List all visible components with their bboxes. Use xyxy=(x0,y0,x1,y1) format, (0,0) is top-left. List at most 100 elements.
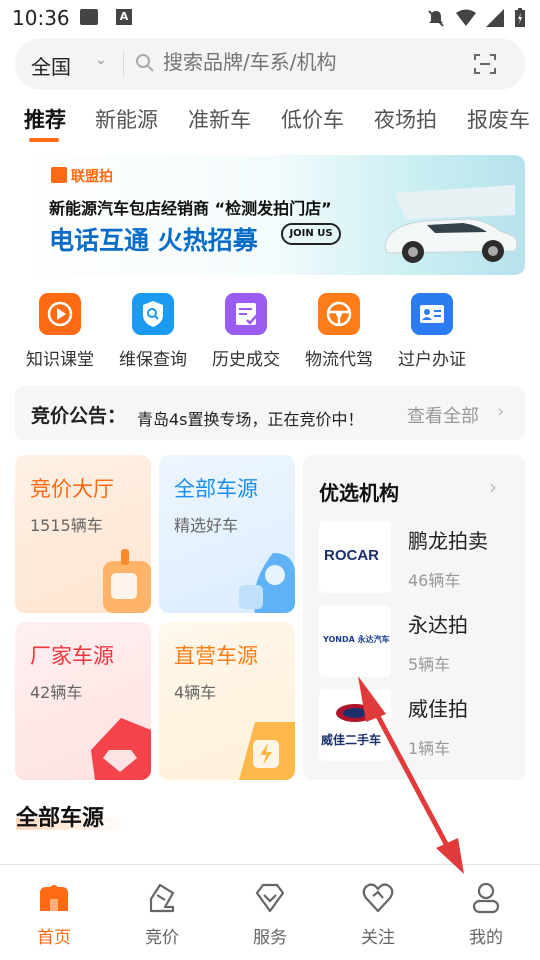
category-tabs: 推荐 新能源 准新车 低价车 夜场拍 报废车 xyxy=(0,104,540,146)
car-illustration-icon xyxy=(384,185,518,263)
banner-headline: 新能源汽车包店经销商 “检测发拍门店” xyxy=(49,199,332,218)
announcement-title: 竞价公告： xyxy=(31,405,127,427)
join-us-button[interactable]: JOIN US xyxy=(281,223,341,245)
a-notification-icon: A xyxy=(116,9,132,25)
tile-subtitle: 1515辆车 xyxy=(30,516,103,535)
tab-scrapped[interactable]: 报废车 xyxy=(467,104,530,134)
quick-nav-maintenance[interactable]: 维保查询 xyxy=(105,290,201,370)
promo-banner[interactable]: 联盟拍 新能源汽车包店经销商 “检测发拍门店” 电话互通 火热招募 JOIN U… xyxy=(15,155,525,275)
quick-nav-transfer[interactable]: 过户办证 xyxy=(384,290,480,370)
id-card-icon xyxy=(411,293,453,335)
nav-label: 竞价 xyxy=(145,928,179,948)
org-count: 46辆车 xyxy=(408,571,461,590)
play-icon xyxy=(39,293,81,335)
quick-nav-knowledge[interactable]: 知识课堂 xyxy=(12,290,108,370)
image-notification-icon xyxy=(80,9,98,25)
section-title: 全部车源 xyxy=(16,806,105,831)
banner-brand: 联盟拍 xyxy=(71,169,113,185)
org-name: 永达拍 xyxy=(408,613,468,637)
diamond-icon xyxy=(255,883,285,913)
nav-label: 首页 xyxy=(37,928,71,948)
quick-nav: 知识课堂 维保查询 历史成交 物流代驾 过户办证 xyxy=(0,290,540,374)
org-item-yongda[interactable]: YONDA 永达汽车 永达拍 5辆车 xyxy=(319,605,515,681)
tile-subtitle: 4辆车 xyxy=(174,683,217,702)
chevron-right-icon[interactable]: › xyxy=(489,475,497,499)
nav-follow[interactable]: 关注 xyxy=(324,881,432,948)
tab-recommend[interactable]: 推荐 xyxy=(24,104,66,134)
divider xyxy=(123,52,124,76)
org-count: 1辆车 xyxy=(408,739,451,758)
weijia-emblem-icon xyxy=(336,704,374,722)
search-bar[interactable]: 全国 ⌄ xyxy=(15,38,525,90)
mute-icon xyxy=(428,10,444,27)
tile-direct-vehicles[interactable]: 直营车源 4辆车 xyxy=(159,622,295,780)
org-item-weijia[interactable]: 威佳二手车 威佳拍 1辆车 xyxy=(319,689,515,765)
status-icons xyxy=(426,8,526,28)
battery-icon xyxy=(515,8,525,27)
chevron-down-icon[interactable]: ⌄ xyxy=(95,52,107,68)
quick-nav-logistics[interactable]: 物流代驾 xyxy=(291,290,387,370)
nav-service[interactable]: 服务 xyxy=(216,881,324,948)
bottom-nav: 首页 竞价 服务 关注 我的 xyxy=(0,864,540,960)
nav-label: 我的 xyxy=(469,928,503,948)
quick-nav-label: 历史成交 xyxy=(212,350,280,370)
heart-icon xyxy=(362,883,394,913)
banner-slogan: 电话互通 火热招募 xyxy=(49,226,258,255)
quick-nav-history[interactable]: 历史成交 xyxy=(198,290,294,370)
tab-low-price[interactable]: 低价车 xyxy=(281,104,344,134)
signal-icon xyxy=(486,9,504,27)
tile-title: 全部车源 xyxy=(174,477,258,501)
yonda-logo: YONDA 永达汽车 xyxy=(319,605,391,677)
tile-title: 直营车源 xyxy=(174,644,258,668)
org-count: 5辆车 xyxy=(408,655,451,674)
tile-factory-vehicles[interactable]: 厂家车源 42辆车 xyxy=(15,622,151,780)
gavel-icon xyxy=(103,549,151,613)
tab-night-auction[interactable]: 夜场拍 xyxy=(374,104,437,134)
search-icon xyxy=(136,54,154,72)
quick-nav-label: 知识课堂 xyxy=(26,350,94,370)
org-name: 威佳拍 xyxy=(408,697,468,721)
nav-label: 关注 xyxy=(361,928,395,948)
profile-icon xyxy=(472,882,500,914)
tile-title: 厂家车源 xyxy=(30,644,114,668)
quick-nav-label: 过户办证 xyxy=(398,350,466,370)
tab-new-energy[interactable]: 新能源 xyxy=(95,104,158,134)
auction-icon xyxy=(149,883,175,913)
nav-auction[interactable]: 竞价 xyxy=(108,881,216,948)
view-all-link[interactable]: 查看全部 xyxy=(407,402,479,428)
org-item-penglong[interactable]: ROCAR 鹏龙拍卖 46辆车 xyxy=(319,521,515,597)
tile-subtitle: 42辆车 xyxy=(30,683,83,702)
tile-all-vehicles[interactable]: 全部车源 精选好车 xyxy=(159,455,295,613)
active-tab-indicator xyxy=(29,138,59,142)
chevron-right-icon[interactable]: › xyxy=(497,401,504,422)
scan-icon[interactable] xyxy=(473,52,497,76)
quick-nav-label: 物流代驾 xyxy=(305,350,373,370)
search-input[interactable] xyxy=(163,50,463,74)
diamond-badge-icon xyxy=(91,718,151,780)
announcement-text[interactable]: 青岛4s置换专场，正在竞价中！ xyxy=(137,406,364,430)
status-time: 10:36 xyxy=(12,6,70,30)
tile-subtitle: 精选好车 xyxy=(174,516,239,535)
brand-logo-icon xyxy=(51,167,67,183)
tab-nearly-new[interactable]: 准新车 xyxy=(188,104,251,134)
tile-auction-hall[interactable]: 竞价大厅 1515辆车 xyxy=(15,455,151,613)
location-pin-icon xyxy=(239,553,295,613)
steering-wheel-icon xyxy=(318,293,360,335)
nav-mine[interactable]: 我的 xyxy=(432,881,540,948)
search-shield-icon xyxy=(132,293,174,335)
org-panel-title: 优选机构 xyxy=(319,481,399,505)
home-icon xyxy=(40,885,68,911)
status-bar: 10:36 A xyxy=(0,0,540,34)
region-selector[interactable]: 全国 xyxy=(31,51,71,80)
auction-announcement[interactable]: 竞价公告： 青岛4s置换专场，正在竞价中！ 查看全部 › xyxy=(15,386,525,440)
nav-home[interactable]: 首页 xyxy=(0,881,108,948)
wifi-icon xyxy=(456,9,476,26)
org-name: 鹏龙拍卖 xyxy=(408,529,488,553)
lightning-card-icon xyxy=(239,722,295,780)
quick-nav-label: 维保查询 xyxy=(119,350,187,370)
weijia-logo: 威佳二手车 xyxy=(319,689,391,761)
checklist-icon xyxy=(225,293,267,335)
tile-title: 竞价大厅 xyxy=(30,477,114,501)
nav-label: 服务 xyxy=(253,928,287,948)
rocar-logo: ROCAR xyxy=(319,521,391,593)
